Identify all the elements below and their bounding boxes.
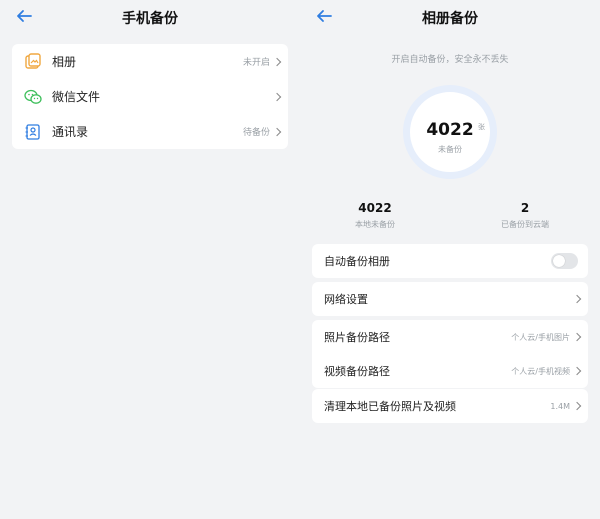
photo-album-icon xyxy=(24,52,42,71)
backup-count-ring: 4022 张 未备份 xyxy=(403,85,497,179)
stat-local-unbacked: 4022 本地未备份 xyxy=(320,201,430,230)
photo-path-row[interactable]: 照片备份路径 个人云/手机图片 xyxy=(312,320,588,354)
chevron-right-icon xyxy=(572,294,582,304)
chevron-right-icon xyxy=(572,401,582,411)
network-settings-row[interactable]: 网络设置 xyxy=(312,282,588,316)
stat-cloud-backed: 2 已备份到云端 xyxy=(470,201,580,230)
chevron-right-icon xyxy=(572,366,582,376)
network-settings-label: 网络设置 xyxy=(324,293,368,306)
clean-card: 清理本地已备份照片及视频 1.4M xyxy=(312,389,588,423)
album-status: 未开启 xyxy=(242,58,270,68)
contacts-label: 通讯录 xyxy=(52,125,89,139)
contacts-icon xyxy=(24,123,42,141)
video-path-value: 个人云/手机视频 xyxy=(511,366,570,376)
auto-backup-row: 自动备份相册 xyxy=(312,244,588,278)
list-item-album[interactable]: 相册 未开启 xyxy=(12,44,288,79)
page-title: 相册备份 xyxy=(422,11,478,27)
auto-backup-toggle[interactable] xyxy=(551,253,578,269)
wechat-icon xyxy=(24,88,42,106)
wechat-files-label: 微信文件 xyxy=(52,90,101,104)
count-caption: 未备份 xyxy=(438,145,462,154)
auto-backup-card: 自动备份相册 xyxy=(312,244,588,278)
photo-path-label: 照片备份路径 xyxy=(324,331,390,344)
header: 手机备份 xyxy=(0,0,300,36)
network-card: 网络设置 xyxy=(312,282,588,316)
phone-backup-panel: 手机备份 相册 未开启 微信文件 通讯录 待备份 xyxy=(0,0,300,519)
clean-size: 1.4M xyxy=(550,401,570,411)
photo-path-value: 个人云/手机图片 xyxy=(511,332,570,342)
album-label: 相册 xyxy=(52,55,77,69)
stat-number: 2 xyxy=(520,201,530,215)
clean-label: 清理本地已备份照片及视频 xyxy=(324,400,456,413)
page-title: 手机备份 xyxy=(122,11,178,27)
auto-backup-label: 自动备份相册 xyxy=(324,255,390,268)
chevron-right-icon xyxy=(272,92,282,101)
album-backup-panel: 相册备份 开启自动备份，安全永不丢失 4022 张 未备份 4022 本地未备份… xyxy=(300,0,600,519)
contacts-status: 待备份 xyxy=(242,128,270,138)
list-item-contacts[interactable]: 通讯录 待备份 xyxy=(12,114,288,149)
stat-number: 4022 xyxy=(358,201,392,215)
stat-caption: 本地未备份 xyxy=(355,220,395,229)
backup-list: 相册 未开启 微信文件 通讯录 待备份 xyxy=(12,44,288,149)
toggle-knob xyxy=(553,255,565,267)
count-unit: 张 xyxy=(478,123,485,131)
backup-subtitle: 开启自动备份，安全永不丢失 xyxy=(391,55,509,65)
path-card: 照片备份路径 个人云/手机图片 视频备份路径 个人云/手机视频 xyxy=(312,320,588,388)
stat-caption: 已备份到云端 xyxy=(501,220,549,229)
video-path-label: 视频备份路径 xyxy=(324,365,390,378)
chevron-right-icon xyxy=(272,57,282,66)
header: 相册备份 xyxy=(300,0,600,36)
list-item-wechat-files[interactable]: 微信文件 xyxy=(12,79,288,114)
chevron-right-icon xyxy=(572,332,582,342)
clean-row[interactable]: 清理本地已备份照片及视频 1.4M xyxy=(312,389,588,423)
video-path-row[interactable]: 视频备份路径 个人云/手机视频 xyxy=(312,354,588,388)
chevron-right-icon xyxy=(272,127,282,136)
